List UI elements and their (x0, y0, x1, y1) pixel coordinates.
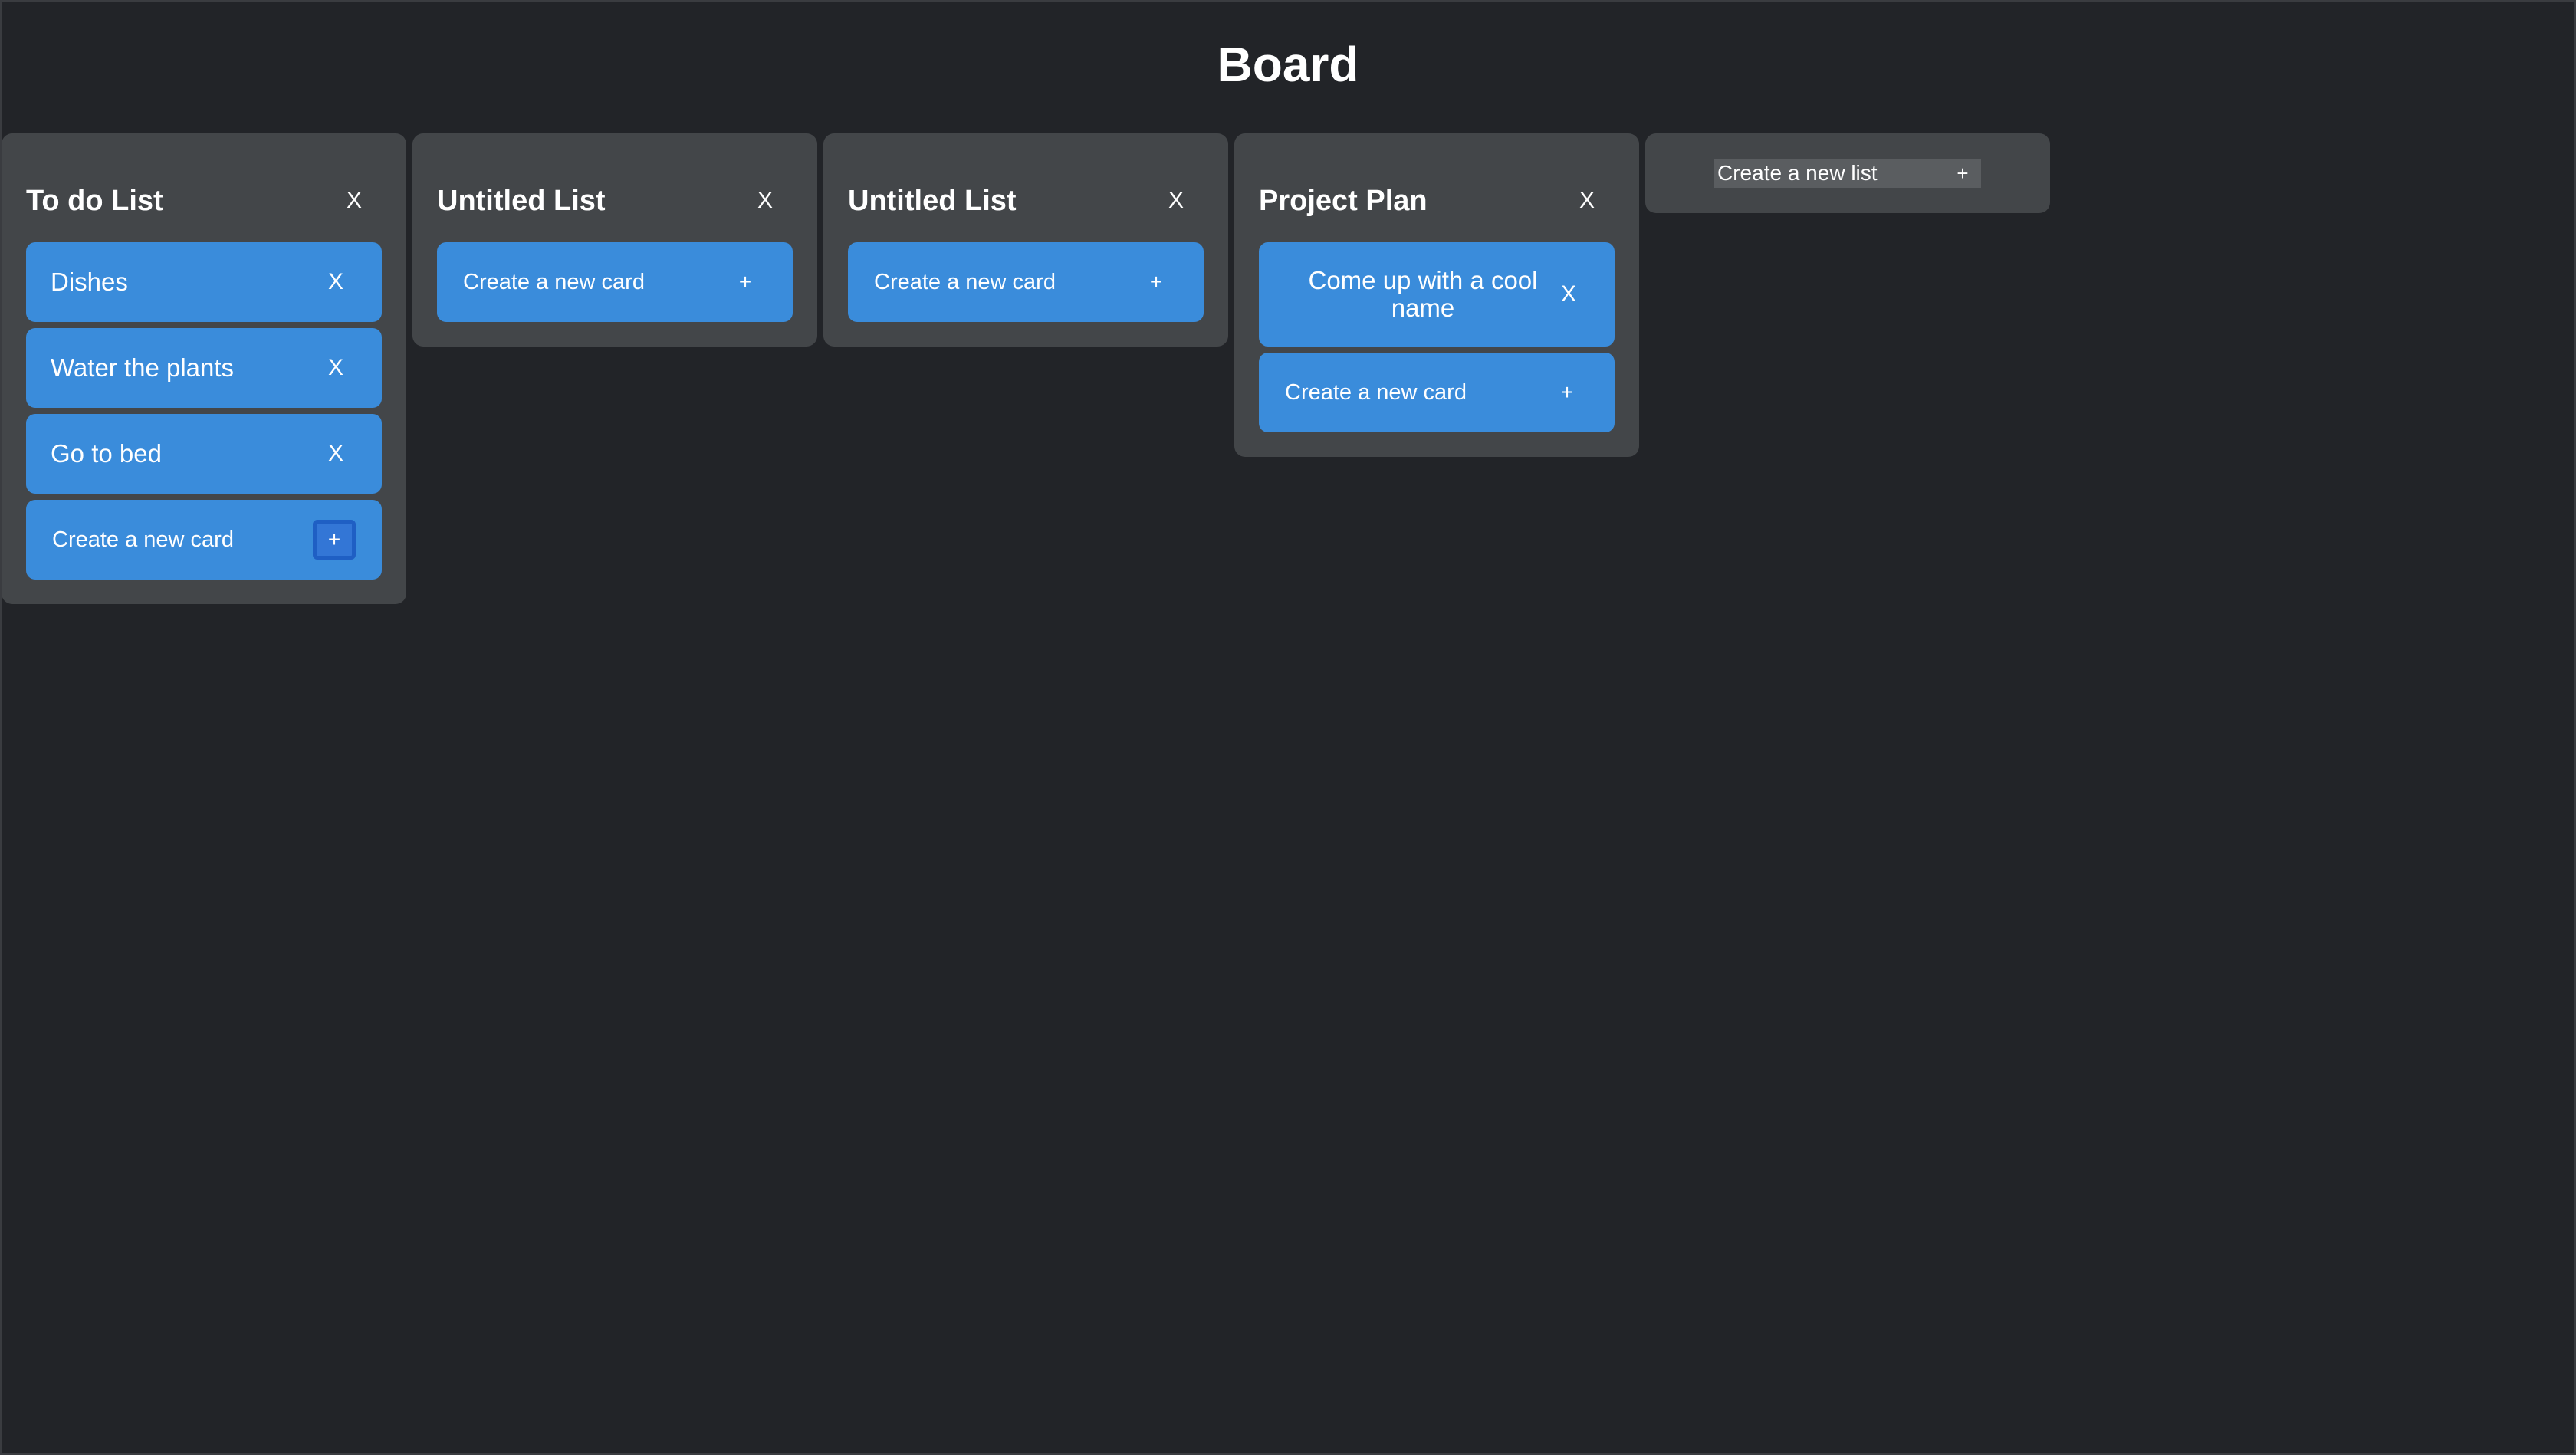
delete-card-button[interactable]: X (320, 355, 351, 381)
new-list-input[interactable]: Create a new list (1714, 159, 1944, 188)
add-card-button[interactable]: + (1546, 373, 1589, 412)
card-text: Come up with a cool name (1308, 266, 1538, 322)
create-card-row: Create a new card + (437, 242, 793, 322)
card-text: Dishes (51, 268, 128, 296)
board-lists: To do List X Dishes X Water the plants X… (2, 133, 2050, 604)
delete-card-button[interactable]: X (320, 269, 351, 295)
delete-list-button[interactable]: X (747, 188, 784, 214)
list-title: Project Plan (1259, 184, 1428, 217)
delete-card-button[interactable]: X (320, 441, 351, 467)
create-card-input[interactable]: Create a new card (1285, 380, 1467, 406)
list-header: Project Plan X (1259, 176, 1615, 225)
card[interactable]: Come up with a cool name X (1259, 242, 1615, 347)
create-card-row: Create a new card + (1259, 353, 1615, 432)
list-title: Untitled List (848, 184, 1017, 217)
add-card-button[interactable]: + (313, 520, 356, 560)
card[interactable]: Water the plants X (26, 328, 382, 408)
add-card-button[interactable]: + (1135, 262, 1178, 302)
list-title: To do List (26, 184, 163, 217)
add-list-button[interactable]: + (1944, 159, 1981, 188)
card[interactable]: Dishes X (26, 242, 382, 322)
list-title: Untitled List (437, 184, 606, 217)
delete-list-button[interactable]: X (336, 188, 373, 214)
board-title: Board (1217, 37, 1359, 92)
create-card-row: Create a new card + (26, 500, 382, 580)
list-untitled-2: Untitled List X Create a new card + (823, 133, 1228, 347)
list-header: Untitled List X (437, 176, 793, 225)
delete-card-button[interactable]: X (1553, 281, 1584, 307)
list-untitled-1: Untitled List X Create a new card + (412, 133, 817, 347)
create-card-input[interactable]: Create a new card (874, 270, 1056, 295)
add-card-button[interactable]: + (724, 262, 767, 302)
list-project-plan: Project Plan X Come up with a cool name … (1234, 133, 1639, 457)
create-card-input[interactable]: Create a new card (463, 270, 645, 295)
list-header: Untitled List X (848, 176, 1204, 225)
new-list-panel: Create a new list + (1645, 133, 2050, 213)
delete-list-button[interactable]: X (1158, 188, 1194, 214)
list-to-do: To do List X Dishes X Water the plants X… (2, 133, 406, 604)
list-header: To do List X (26, 176, 382, 225)
create-card-row: Create a new card + (848, 242, 1204, 322)
delete-list-button[interactable]: X (1569, 188, 1605, 214)
new-list-control: Create a new list + (1714, 159, 1981, 188)
card-text: Go to bed (51, 439, 162, 468)
card[interactable]: Go to bed X (26, 414, 382, 494)
card-text: Water the plants (51, 353, 235, 382)
create-card-input[interactable]: Create a new card (52, 527, 234, 553)
